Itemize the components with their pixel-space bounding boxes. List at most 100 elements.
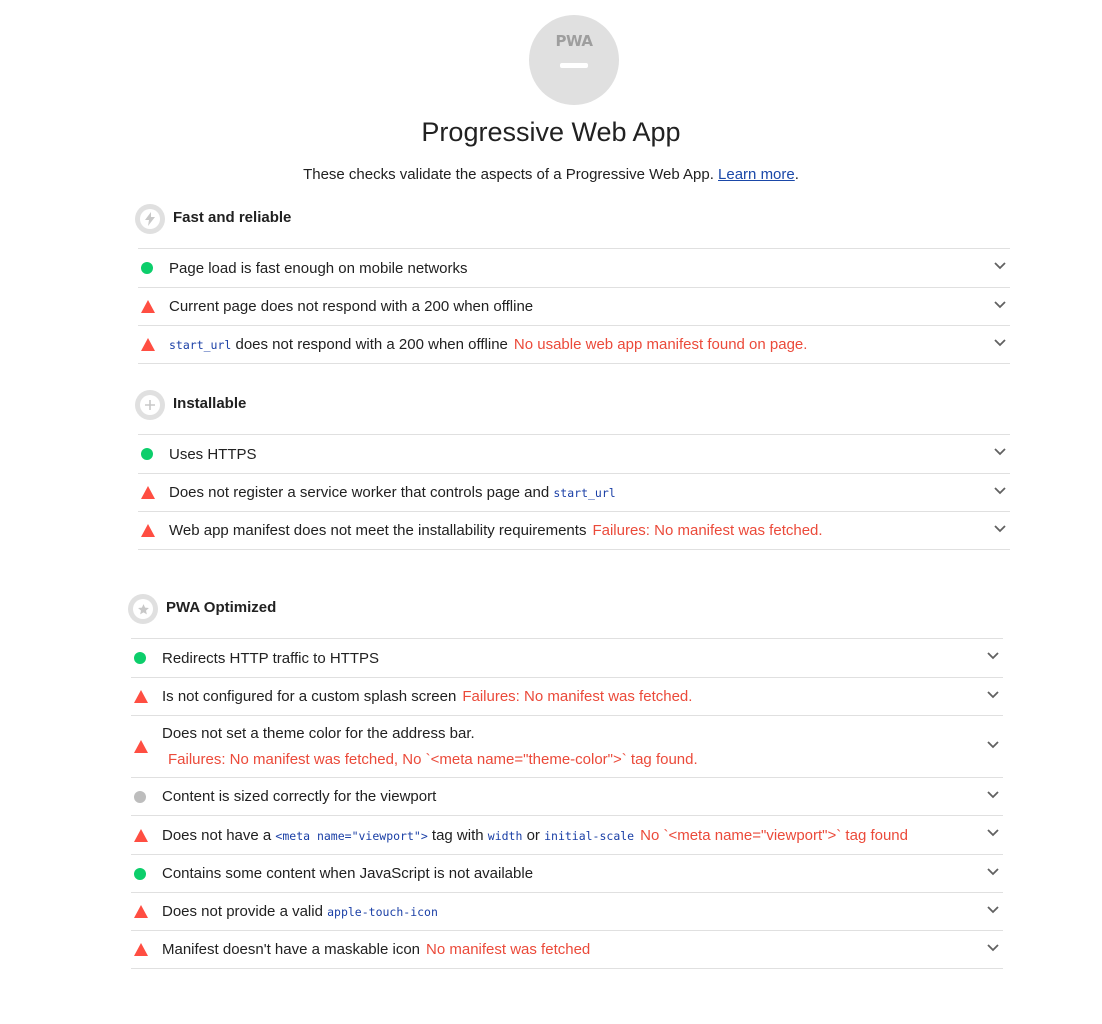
audit-title: Does not set a theme color for the addre… — [162, 725, 475, 742]
audit-title: Page load is fast enough on mobile netwo… — [169, 259, 468, 277]
audit-title-text: or — [522, 826, 545, 844]
audit-title: Does not register a service worker that … — [169, 484, 616, 501]
chevron-down-icon[interactable] — [994, 448, 1006, 460]
audit-title-text: Does not have a — [162, 826, 276, 844]
star-icon — [128, 594, 158, 624]
group-title: Installable — [173, 395, 247, 412]
audit-title: Contains some content when JavaScript is… — [162, 865, 534, 882]
learn-more-link[interactable]: Learn more — [718, 166, 795, 183]
audit-row[interactable]: Does not set a theme color for the addre… — [131, 716, 1003, 778]
audit-title: start_url does not respond with a 200 wh… — [169, 336, 807, 353]
description-end: . — [794, 166, 799, 183]
audit-title: Content is sized correctly for the viewp… — [162, 788, 437, 805]
audit-title-text: Manifest doesn't have a maskable icon — [162, 941, 421, 958]
audit-row[interactable]: Manifest doesn't have a maskable icon No … — [131, 931, 1003, 969]
failure-message: No `<meta name="viewport">` tag found — [640, 826, 908, 844]
chevron-down-icon[interactable] — [987, 905, 999, 918]
pass-icon — [141, 448, 153, 460]
audit-row[interactable]: Redirects HTTP traffic to HTTPS — [131, 639, 1003, 678]
audit-title: Current page does not respond with a 200… — [169, 298, 534, 315]
description-text: These checks validate the aspects of a P… — [303, 166, 719, 183]
audit-row[interactable]: Web app manifest does not meet the insta… — [138, 512, 1010, 550]
code-meta-viewport: <meta name="viewport"> — [275, 828, 428, 843]
chevron-down-icon[interactable] — [994, 524, 1006, 537]
code-start-url: start_url — [169, 338, 232, 352]
audit-list: Redirects HTTP traffic to HTTPS Is not c… — [131, 638, 1003, 969]
chevron-down-icon[interactable] — [994, 262, 1006, 274]
audit-title-text: Web app manifest does not meet the insta… — [169, 522, 587, 539]
chevron-down-icon[interactable] — [994, 300, 1006, 313]
failure-message: Failures: No manifest was fetched. — [592, 522, 823, 539]
pass-icon — [134, 867, 146, 880]
audit-row[interactable]: start_url does not respond with a 200 wh… — [138, 326, 1010, 364]
chevron-down-icon[interactable] — [994, 486, 1006, 499]
fail-icon — [141, 486, 155, 499]
category-description: These checks validate the aspects of a P… — [0, 166, 1102, 183]
audit-title-text: Does not provide a valid — [162, 903, 328, 920]
not-applicable-icon — [134, 790, 146, 803]
fail-icon — [141, 524, 155, 537]
audit-title: Does not provide a valid apple-touch-ico… — [162, 903, 438, 920]
fail-icon — [134, 828, 148, 842]
failure-message: No manifest was fetched — [426, 941, 591, 958]
pass-icon — [141, 262, 153, 274]
chevron-down-icon[interactable] — [994, 338, 1006, 351]
audit-row[interactable]: Contains some content when JavaScript is… — [131, 855, 1003, 893]
badge-dash — [560, 63, 588, 68]
group-title: Fast and reliable — [173, 209, 292, 226]
audit-title: Web app manifest does not meet the insta… — [169, 522, 823, 539]
chevron-down-icon[interactable] — [987, 943, 999, 956]
fail-icon — [134, 943, 148, 956]
audit-title: Redirects HTTP traffic to HTTPS — [162, 649, 379, 667]
group-fast-and-reliable: Fast and reliable Page load is fast enou… — [135, 200, 1010, 364]
plus-icon — [135, 390, 165, 420]
code-initial-scale: initial-scale — [544, 828, 635, 843]
fail-icon — [141, 338, 155, 351]
audit-title-text: Is not configured for a custom splash sc… — [162, 688, 457, 705]
group-header: PWA Optimized — [128, 590, 1003, 630]
pwa-badge-icon: PWA — [529, 15, 619, 105]
chevron-down-icon[interactable] — [987, 690, 999, 703]
group-title: PWA Optimized — [166, 599, 277, 616]
failure-message: No usable web app manifest found on page… — [513, 336, 808, 353]
fail-icon — [141, 300, 155, 313]
audit-title-text: Does not register a service worker that … — [169, 484, 554, 501]
pwa-badge-label: PWA — [555, 32, 593, 50]
audit-title: Does not have a <meta name="viewport"> t… — [162, 827, 908, 844]
audit-title-text: does not respond with a 200 when offline — [231, 336, 508, 353]
chevron-down-icon[interactable] — [987, 652, 999, 664]
fail-icon — [134, 905, 148, 918]
audit-row[interactable]: Uses HTTPS — [138, 435, 1010, 474]
chevron-down-icon[interactable] — [987, 829, 999, 841]
audit-row[interactable]: Content is sized correctly for the viewp… — [131, 778, 1003, 816]
audit-row[interactable]: Does not have a <meta name="viewport"> t… — [131, 816, 1003, 855]
chevron-down-icon[interactable] — [987, 790, 999, 803]
group-header: Fast and reliable — [135, 200, 1010, 240]
code-start-url: start_url — [553, 486, 616, 500]
group-installable: Installable Uses HTTPS Does not register… — [135, 386, 1010, 550]
failure-message: Failures: No manifest was fetched, No `<… — [168, 751, 698, 768]
audit-row[interactable]: Is not configured for a custom splash sc… — [131, 678, 1003, 716]
group-header: Installable — [135, 386, 1010, 426]
failure-message: Failures: No manifest was fetched. — [462, 688, 693, 705]
audit-row[interactable]: Does not provide a valid apple-touch-ico… — [131, 893, 1003, 931]
chevron-down-icon[interactable] — [987, 867, 999, 880]
fail-icon — [134, 690, 148, 703]
audit-title-text: tag with — [427, 826, 488, 844]
code-apple-touch-icon: apple-touch-icon — [327, 905, 438, 919]
audit-title: Manifest doesn't have a maskable icon No … — [162, 941, 590, 958]
audit-row[interactable]: Page load is fast enough on mobile netwo… — [138, 249, 1010, 288]
audit-list: Uses HTTPS Does not register a service w… — [138, 434, 1010, 550]
group-pwa-optimized: PWA Optimized Redirects HTTP traffic to … — [128, 590, 1003, 969]
pass-icon — [134, 652, 146, 664]
audit-title: Is not configured for a custom splash sc… — [162, 688, 692, 705]
chevron-down-icon[interactable] — [987, 740, 999, 753]
lightning-icon — [135, 204, 165, 234]
code-width: width — [487, 828, 523, 843]
audit-list: Page load is fast enough on mobile netwo… — [138, 248, 1010, 364]
audit-row[interactable]: Does not register a service worker that … — [138, 474, 1010, 512]
audit-title: Uses HTTPS — [169, 445, 257, 463]
audit-row[interactable]: Current page does not respond with a 200… — [138, 288, 1010, 326]
page-title: Progressive Web App — [421, 117, 681, 147]
fail-icon — [134, 740, 148, 753]
